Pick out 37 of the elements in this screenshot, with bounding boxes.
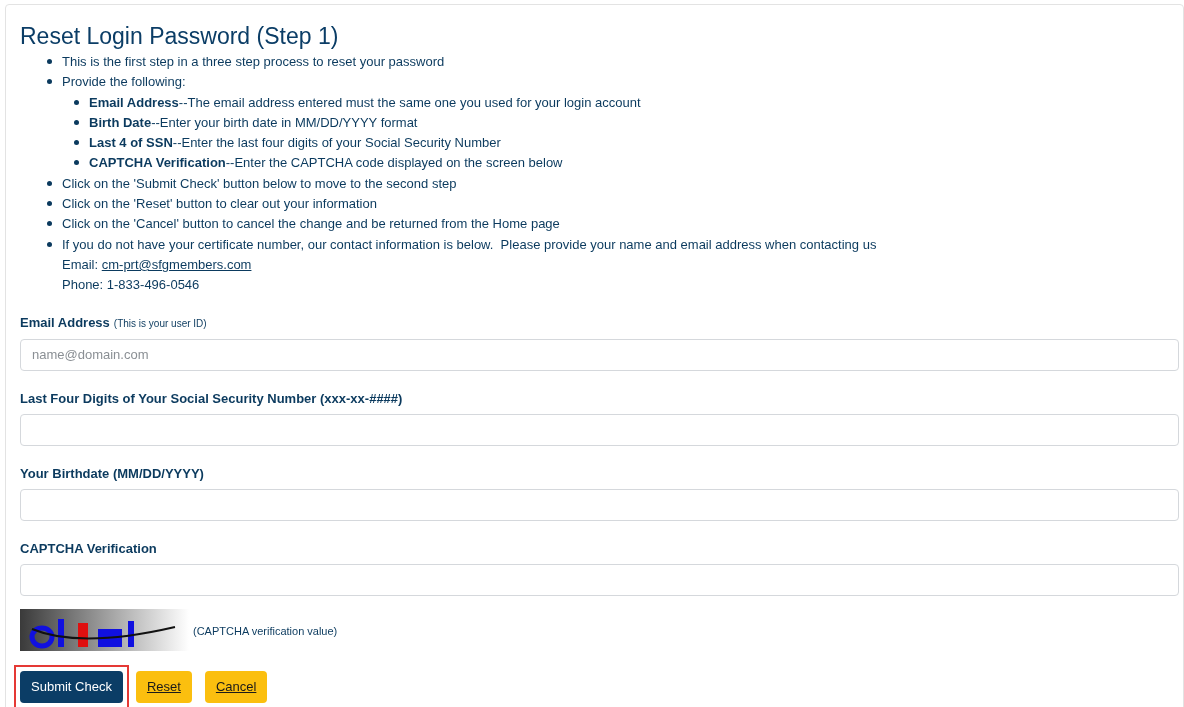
bullet-icon — [47, 201, 52, 207]
instruction-text: Last 4 of SSN--Enter the last four digits of your Social Security Number — [89, 134, 501, 153]
field-label: Last Four Digits of Your Social Security Number (xxx-xx-####) — [20, 390, 403, 406]
bullet-icon — [74, 140, 79, 146]
instruction-text: Click on the 'Reset' button to clear out your information — [62, 195, 377, 214]
bullet-icon — [47, 79, 52, 85]
input-field[interactable] — [20, 563, 1179, 596]
bullet-icon — [47, 241, 52, 247]
submit-button[interactable]: Submit Check — [20, 670, 123, 703]
field-hint: (This is your user ID) — [113, 317, 207, 329]
field-label: CAPTCHA Verification — [20, 540, 157, 556]
bullet-icon — [47, 59, 52, 64]
instruction-text: Birth Date--Enter your birth date in MM/DD/YYYY format — [89, 113, 418, 132]
bullet-icon — [74, 119, 79, 125]
action-button[interactable]: Cancel — [204, 670, 268, 703]
bullet-icon — [47, 180, 52, 186]
instruction-text: Click on the 'Submit Check' button below to move to the second step — [62, 174, 457, 193]
instruction-text: CAPTCHA Verification--Enter the CAPTCHA code displayed on the screen below — [89, 154, 563, 173]
field-label: Email Address — [20, 314, 110, 330]
input-field[interactable] — [20, 413, 1179, 446]
instruction-text: Click on the 'Cancel' button to cancel the change and be returned from the Home page — [62, 215, 560, 234]
input-field[interactable] — [20, 488, 1179, 521]
instruction-text: If you do not have your certificate number, our contact information is below. Please provide your name and email address when contacting us — [62, 235, 877, 254]
instruction-text: Email Address--The email address entered must the same one you used for your login account — [89, 93, 641, 112]
input-field[interactable]: name@domain.com — [20, 338, 1179, 371]
field-label: Your Birthdate (MM/DD/YYYY) — [20, 465, 204, 481]
captcha-caption: (CAPTCHA verification value) — [193, 624, 338, 640]
action-button[interactable]: Reset — [135, 670, 192, 703]
contact-email-line: Email: cm-prt@sfgmembers.com — [61, 255, 253, 274]
instruction-text: This is the first step in a three step process to reset your password — [62, 53, 445, 71]
bullet-icon — [74, 160, 79, 166]
contact-phone-text: Phone: 1-833-496-0546 — [62, 277, 200, 293]
bullet-icon — [74, 99, 79, 105]
bullet-icon — [47, 221, 52, 227]
email-link[interactable]: cm-prt@sfgmembers.com — [101, 256, 252, 272]
instruction-text: Provide the following: — [62, 73, 186, 92]
page-title: Reset Login Password (Step 1) — [20, 22, 340, 51]
